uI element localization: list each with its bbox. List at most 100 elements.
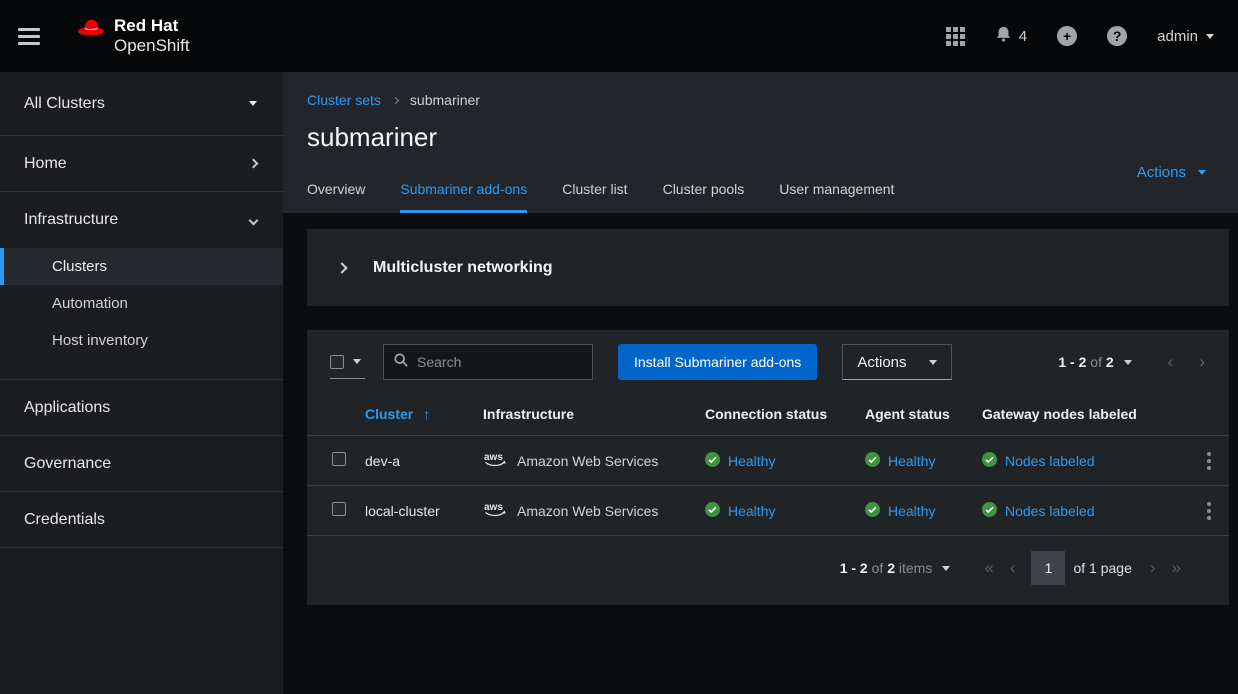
connection-status-link[interactable]: Healthy [728,453,775,469]
last-page-button[interactable]: » [1164,558,1189,578]
install-submariner-button[interactable]: Install Submariner add-ons [618,344,817,380]
bulk-select-dropdown[interactable] [330,345,365,379]
page-actions-dropdown[interactable]: Actions [1137,164,1206,181]
caret-down-icon [942,566,950,571]
page-header: Cluster sets submariner submariner Actio… [283,72,1238,213]
masthead: Red Hat OpenShift 4 + ? admin [0,0,1238,72]
page-number-input[interactable] [1031,551,1065,585]
brand-line1: Red Hat [114,16,190,36]
submariner-table-card: Install Submariner add-ons Actions 1 - 2… [307,330,1229,605]
tab-cluster-pools[interactable]: Cluster pools [663,181,745,213]
sidebar-item-automation[interactable]: Automation [0,285,283,322]
breadcrumb-link-cluster-sets[interactable]: Cluster sets [307,92,381,108]
sidebar-item-label: Credentials [24,511,105,529]
svg-text:aws: aws [484,502,503,513]
app-launcher-icon [946,27,965,46]
prev-page-button[interactable]: ‹ [1002,558,1024,578]
sidebar-item-label: Infrastructure [24,211,118,229]
page-title: submariner [307,122,1214,153]
pagination-range: 1 - 2 of 2 items [840,560,933,576]
search-box [383,344,593,380]
sidebar-item-host-inventory[interactable]: Host inventory [0,322,283,359]
aws-icon: aws [483,500,509,521]
cluster-selector[interactable]: All Clusters [0,72,283,136]
range-text: 1 - 2 [840,560,868,576]
of-label: of [1090,354,1102,370]
caret-down-icon [353,359,361,364]
prev-page-button[interactable]: ‹ [1160,352,1182,372]
agent-status-link[interactable]: Healthy [888,453,935,469]
cluster-name: dev-a [365,453,483,469]
next-page-button[interactable]: › [1142,558,1164,578]
create-button[interactable]: + [1057,26,1077,46]
tab-bar: Overview Submariner add-ons Cluster list… [307,181,1214,213]
gateway-nodes-link[interactable]: Nodes labeled [1005,503,1095,519]
tab-user-management[interactable]: User management [779,181,894,213]
help-button[interactable]: ? [1107,26,1127,46]
healthy-check-icon [865,502,880,520]
chevron-right-icon [249,159,259,169]
expand-chevron-icon[interactable] [336,262,347,273]
tab-cluster-list[interactable]: Cluster list [562,181,627,213]
notification-count: 4 [1019,28,1027,45]
page-count-label: of 1 page [1073,560,1131,576]
username: admin [1157,28,1198,45]
search-icon [394,353,408,372]
row-kebab-menu[interactable] [1203,498,1215,524]
healthy-check-icon [982,452,997,470]
breadcrumb-current: submariner [410,92,480,108]
total-text: 2 [887,560,895,576]
healthy-check-icon [865,452,880,470]
table-row: dev-a aws Amazon Web Services [307,436,1229,486]
row-checkbox[interactable] [332,452,346,466]
column-header-infrastructure: Infrastructure [483,406,705,422]
column-header-connection-status: Connection status [705,406,865,422]
sidebar-item-governance[interactable]: Governance [0,436,283,492]
notifications-button[interactable]: 4 [995,25,1027,47]
sidebar-item-clusters[interactable]: Clusters [0,248,283,285]
table-actions-dropdown[interactable]: Actions [842,344,951,380]
app-launcher-button[interactable] [946,27,965,46]
table-row: local-cluster aws Amazon Web Services [307,486,1229,536]
sort-ascending-icon: ↑ [423,406,430,422]
infrastructure-label: Amazon Web Services [517,453,658,469]
select-all-checkbox[interactable] [330,355,344,369]
tab-submariner-add-ons[interactable]: Submariner add-ons [400,181,527,213]
nav-toggle-button[interactable] [18,28,40,45]
table-toolbar: Install Submariner add-ons Actions 1 - 2… [307,330,1229,392]
column-label: Cluster [365,406,413,422]
plus-circle-icon: + [1057,26,1077,46]
gateway-nodes-link[interactable]: Nodes labeled [1005,453,1095,469]
range-text: 1 - 2 [1058,354,1086,370]
column-header-cluster[interactable]: Cluster ↑ [365,406,483,422]
first-page-button[interactable]: « [976,558,1001,578]
items-label: items [899,560,932,576]
column-header-agent-status: Agent status [865,406,982,422]
infrastructure-label: Amazon Web Services [517,503,658,519]
row-checkbox[interactable] [332,502,346,516]
connection-status-link[interactable]: Healthy [728,503,775,519]
healthy-check-icon [705,502,720,520]
search-input[interactable] [417,354,582,370]
redhat-hat-icon [76,16,106,45]
sidebar-item-infrastructure[interactable]: Infrastructure [0,192,283,248]
tab-overview[interactable]: Overview [307,181,365,213]
page-actions-label: Actions [1137,164,1186,181]
next-page-button[interactable]: › [1191,352,1213,372]
agent-status-link[interactable]: Healthy [888,503,935,519]
column-header-gateway-nodes: Gateway nodes labeled [982,406,1189,422]
brand-logo: Red Hat OpenShift [76,16,190,55]
sidebar-item-label: Host inventory [52,332,148,349]
row-kebab-menu[interactable] [1203,448,1215,474]
page-content: Multicluster networking [283,213,1238,694]
bell-icon [995,25,1012,47]
sidebar-item-credentials[interactable]: Credentials [0,492,283,548]
pagination-top: 1 - 2 of 2 ‹ › [1058,352,1213,372]
caret-down-icon [1124,360,1132,365]
sidebar-item-label: Home [24,155,67,173]
sidebar-item-home[interactable]: Home [0,136,283,192]
chevron-right-icon [392,96,399,103]
sidebar-item-applications[interactable]: Applications [0,380,283,436]
pagination-bottom: 1 - 2 of 2 items « ‹ of 1 page › » [307,551,1229,605]
user-menu[interactable]: admin [1157,28,1214,45]
